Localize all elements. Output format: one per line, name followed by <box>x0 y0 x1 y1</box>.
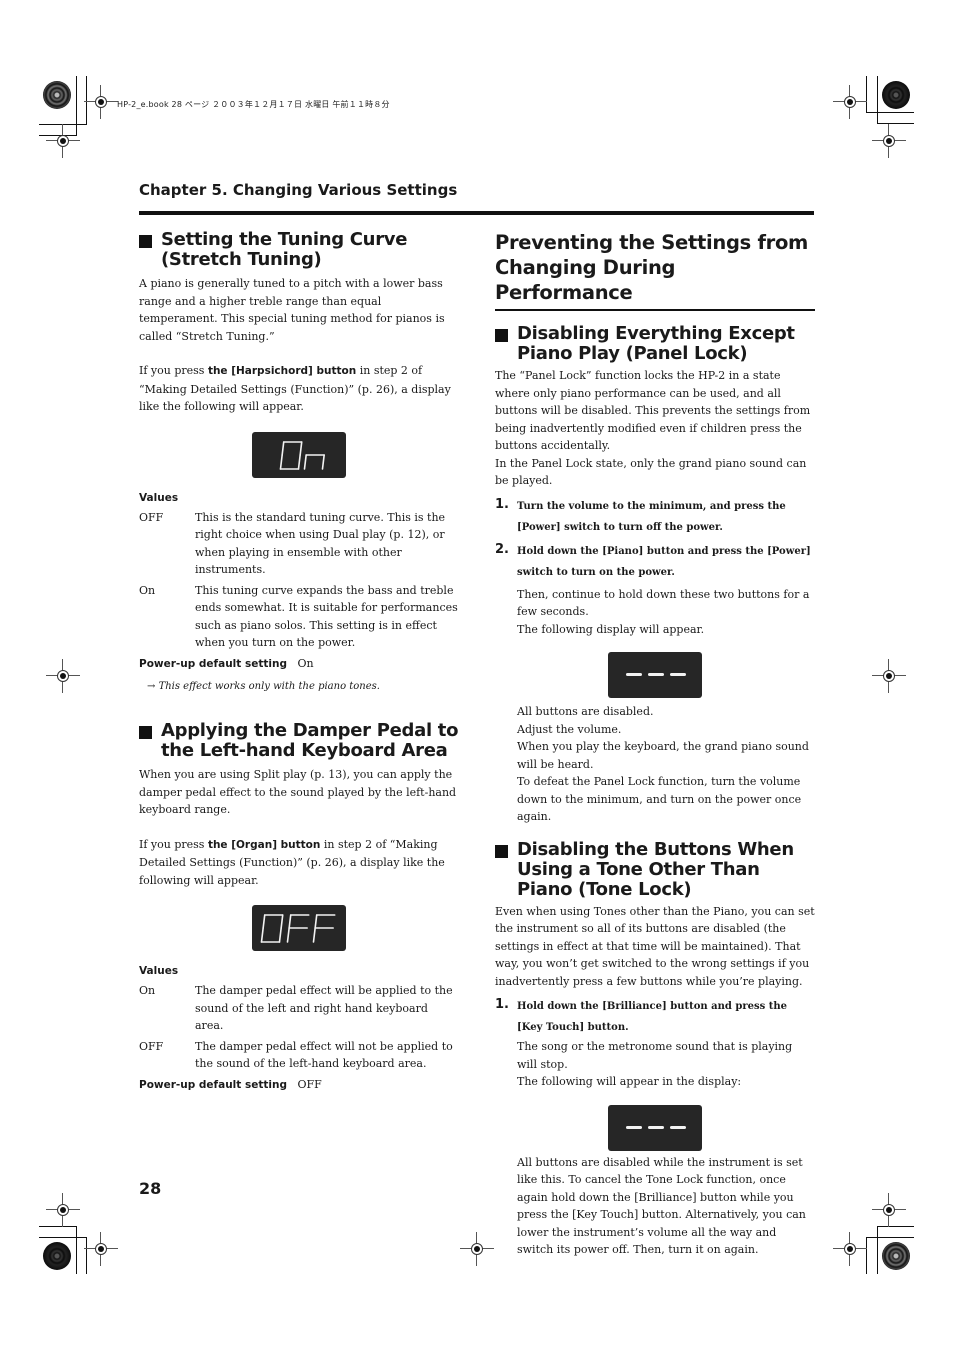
lcd-segment-O <box>262 914 266 929</box>
value-row: OFF This is the standard tuning curve. Th… <box>139 510 446 577</box>
registration-mark-icon <box>46 659 80 693</box>
color-target-icon <box>43 81 71 109</box>
crop-mark <box>877 76 878 124</box>
step: 1. Turn the volume to the minimum, and pr… <box>495 496 786 533</box>
chapter-rule <box>139 211 814 215</box>
crop-mark <box>877 1226 878 1274</box>
lcd-segment-n <box>303 453 307 470</box>
paragraph: If you press the [Organ] button in step … <box>139 837 445 887</box>
crop-mark <box>39 1237 87 1238</box>
paragraph: The “Panel Lock” function locks the HP-2… <box>495 369 811 452</box>
registration-mark-icon <box>84 1232 118 1266</box>
lcd-dash-segment <box>670 1125 686 1129</box>
section-heading: Applying the Damper Pedal to the Left-ha… <box>139 721 459 761</box>
registration-mark-icon <box>84 85 118 119</box>
damper-section: Applying the Damper Pedal to the Left-ha… <box>139 721 459 1094</box>
lcd-dash-glyphs <box>626 1125 686 1129</box>
paragraph: The following will appear in the display… <box>517 1075 742 1088</box>
tuning-section: Setting the Tuning Curve (Stretch Tuning… <box>139 230 459 695</box>
crop-mark <box>866 1237 914 1238</box>
lcd-dash-segment <box>648 673 664 676</box>
lcd-display <box>252 905 346 951</box>
crop-mark <box>76 1226 77 1274</box>
lcd-dash-segment <box>670 673 686 676</box>
default-setting: Power-up default setting OFF <box>139 1077 322 1091</box>
right-column: Preventing the Settings from Changing Du… <box>495 230 815 1259</box>
square-bullet-icon <box>139 726 152 739</box>
registration-mark-icon <box>46 124 80 158</box>
registration-mark-icon <box>833 85 867 119</box>
crop-mark <box>866 112 914 113</box>
lcd-segment-F <box>288 914 292 929</box>
paragraph: Then, continue to hold down these two bu… <box>517 587 810 619</box>
color-target-icon <box>882 81 910 109</box>
paragraph: In the Panel Lock state, only the grand … <box>495 456 807 488</box>
lcd-segment-n <box>321 453 325 470</box>
page-number: 28 <box>139 1179 162 1198</box>
note: → This effect works only with the piano … <box>147 681 380 692</box>
tone-lock-section: Disabling the Buttons When Using a Tone … <box>495 839 815 1259</box>
values-label: Values <box>139 965 179 977</box>
chapter-title: Chapter 5. Changing Various Settings <box>139 181 458 199</box>
lcd-segment-F <box>314 914 318 929</box>
lcd-dash-segment <box>626 1125 642 1129</box>
panel-lock-section: Disabling Everything Except Piano Play (… <box>495 324 815 826</box>
color-target-icon <box>882 1242 910 1270</box>
section-heading: Disabling the Buttons When Using a Tone … <box>495 839 815 900</box>
lcd-segment-F <box>286 927 290 943</box>
lcd-segment-F <box>312 927 316 943</box>
registration-mark-icon <box>872 659 906 693</box>
left-column: Setting the Tuning Curve (Stretch Tuning… <box>139 230 459 1094</box>
registration-mark-icon <box>872 1193 906 1227</box>
main-heading: Preventing the Settings from Changing Du… <box>495 230 815 311</box>
color-target-icon <box>43 1242 71 1270</box>
paragraph: If you press the [Harpsichord] button in… <box>139 364 451 413</box>
lcd-segment-O <box>278 927 282 943</box>
lcd-display <box>252 431 346 478</box>
button-reference: the [Harpsichord] button <box>207 365 357 377</box>
default-setting: Power-up default setting On <box>139 656 314 670</box>
section-heading: Setting the Tuning Curve (Stretch Tuning… <box>139 230 459 270</box>
lcd-off-glyphs <box>260 914 336 943</box>
value-row: On This tuning curve expands the bass and… <box>139 583 458 650</box>
button-reference: the [Organ] button <box>207 838 321 851</box>
paragraph: All buttons are disabled while the instr… <box>517 1155 806 1257</box>
paragraph: When you are using Split play (p. 13), y… <box>139 768 457 816</box>
lcd-display <box>608 1104 702 1151</box>
print-header-meta: HP-2_e.book 28 ページ ２００３年１２月１７日 水曜日 午前１１時… <box>117 100 390 109</box>
lcd-segment-O <box>279 453 283 470</box>
step: 2. Hold down the [Piano] button and press… <box>495 541 811 578</box>
value-row: OFF The damper pedal effect will not be a… <box>139 1039 453 1071</box>
paragraph: The song or the metronome sound that is … <box>517 1040 793 1071</box>
lcd-segment-O <box>299 440 303 456</box>
lcd-dash-segment <box>648 1125 664 1129</box>
lcd-on-glyphs <box>279 440 325 470</box>
square-bullet-icon <box>139 235 152 248</box>
after-display-text: All buttons are disabled. Adjust the vol… <box>517 705 809 823</box>
lcd-display <box>608 652 702 698</box>
square-bullet-icon <box>495 329 508 342</box>
paragraph: The following display will appear. <box>517 622 705 636</box>
step: 1. Hold down the [Brilliance] button and … <box>495 997 787 1033</box>
paragraph: Even when using Tones other than the Pia… <box>495 904 815 988</box>
lcd-dash-glyphs <box>626 673 686 676</box>
lcd-dash-segment <box>626 673 642 676</box>
paragraph: A piano is generally tuned to a pitch wi… <box>139 277 445 343</box>
value-row: On The damper pedal effect will be applie… <box>139 984 453 1032</box>
registration-mark-icon <box>46 1193 80 1227</box>
registration-mark-icon <box>460 1232 494 1266</box>
lcd-segment-O <box>260 927 264 943</box>
values-label: Values <box>139 491 179 504</box>
arrow-icon: → <box>147 681 159 692</box>
lcd-segment-O <box>281 440 285 456</box>
lcd-segment-O <box>280 914 284 929</box>
section-heading: Disabling Everything Except Piano Play (… <box>495 324 815 364</box>
square-bullet-icon <box>495 844 508 858</box>
lcd-segment-O <box>297 453 301 470</box>
registration-mark-icon <box>872 124 906 158</box>
registration-mark-icon <box>833 1232 867 1266</box>
